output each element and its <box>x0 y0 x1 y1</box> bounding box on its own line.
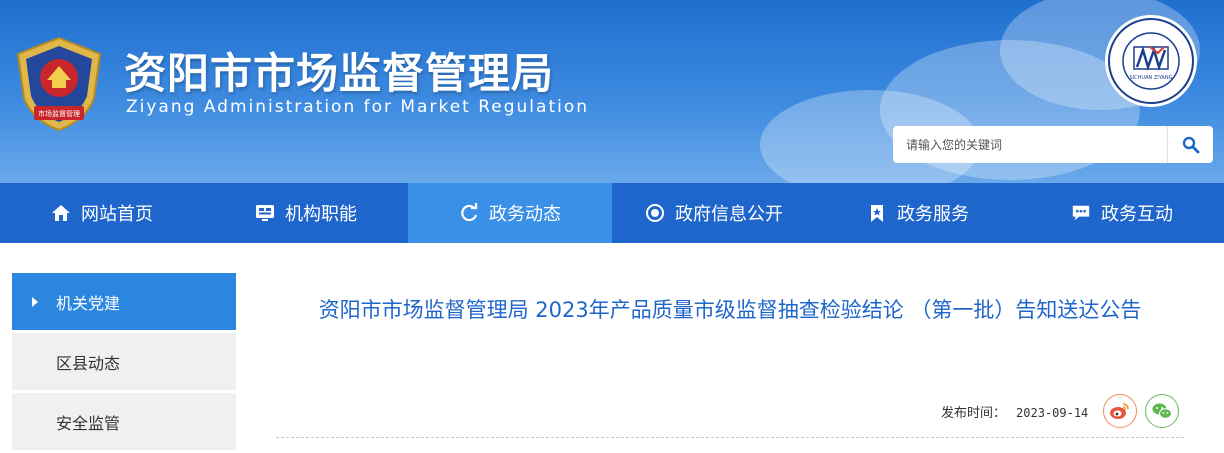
nav-item-home[interactable]: 网站首页 <box>0 183 204 243</box>
divider <box>276 437 1184 438</box>
publish-info: 发布时间： 2023-09-14 <box>941 402 1088 421</box>
sidebar-item-label: 安全监管 <box>56 413 121 433</box>
refresh-icon <box>459 203 479 223</box>
nav-item-services[interactable]: 政务服务 <box>816 183 1020 243</box>
sidebar-item-district-news[interactable]: 区县动态 <box>12 333 236 390</box>
search-input[interactable] <box>893 126 1167 163</box>
nav-label: 政务动态 <box>489 204 561 225</box>
share-weibo-button[interactable] <box>1103 394 1137 428</box>
site-title: 资阳市市场监督管理局 <box>124 49 555 98</box>
weibo-icon <box>1110 403 1129 419</box>
nav-label: 政务互动 <box>1101 204 1173 225</box>
sidebar: 机关党建 区县动态 安全监管 <box>12 273 236 453</box>
search-box <box>893 126 1213 163</box>
publish-date: 2023-09-14 <box>1016 406 1089 420</box>
sidebar-item-label: 区县动态 <box>56 353 121 373</box>
site-header: 市场监督管理 资阳市市场监督管理局 Ziyang Administration … <box>0 0 1224 183</box>
nav-label: 政府信息公开 <box>675 204 783 225</box>
chevron-right-icon <box>32 297 38 307</box>
target-icon <box>645 203 665 223</box>
publish-label: 发布时间： <box>941 406 1007 421</box>
site-subtitle: Ziyang Administration for Market Regulat… <box>126 97 590 117</box>
bookmark-icon <box>867 203 887 223</box>
share-wechat-button[interactable] <box>1145 394 1179 428</box>
wechat-icon <box>1152 403 1172 419</box>
nav-item-interaction[interactable]: 政务互动 <box>1020 183 1224 243</box>
nav-label: 机构职能 <box>285 204 357 225</box>
sichuan-ziyang-badge: SICHUAN ZIYANG <box>1105 15 1197 107</box>
article-title: 资阳市市场监督管理局 2023年产品质量市级监督抽查检验结论 （第一批）告知送达… <box>318 298 1142 322</box>
nav-item-functions[interactable]: 机构职能 <box>204 183 408 243</box>
nav-item-news[interactable]: 政务动态 <box>408 183 612 243</box>
sidebar-item-party-building[interactable]: 机关党建 <box>12 273 236 330</box>
market-regulation-emblem: 市场监督管理 <box>16 36 102 132</box>
search-button[interactable] <box>1167 126 1213 163</box>
nav-label: 网站首页 <box>81 204 153 225</box>
home-icon <box>51 203 71 223</box>
sidebar-item-label: 机关党建 <box>56 293 121 313</box>
svg-text:SICHUAN ZIYANG: SICHUAN ZIYANG <box>1130 75 1173 81</box>
nav-label: 政务服务 <box>897 204 969 225</box>
nav-item-disclosure[interactable]: 政府信息公开 <box>612 183 816 243</box>
main-nav: 网站首页 机构职能 政务动态 政府信息公开 政务服务 政务互动 <box>0 183 1224 243</box>
monitor-icon <box>255 203 275 223</box>
svg-text:市场监督管理: 市场监督管理 <box>38 109 80 118</box>
sidebar-item-safety[interactable]: 安全监管 <box>12 393 236 450</box>
chat-icon <box>1071 203 1091 223</box>
search-icon <box>1182 136 1199 153</box>
